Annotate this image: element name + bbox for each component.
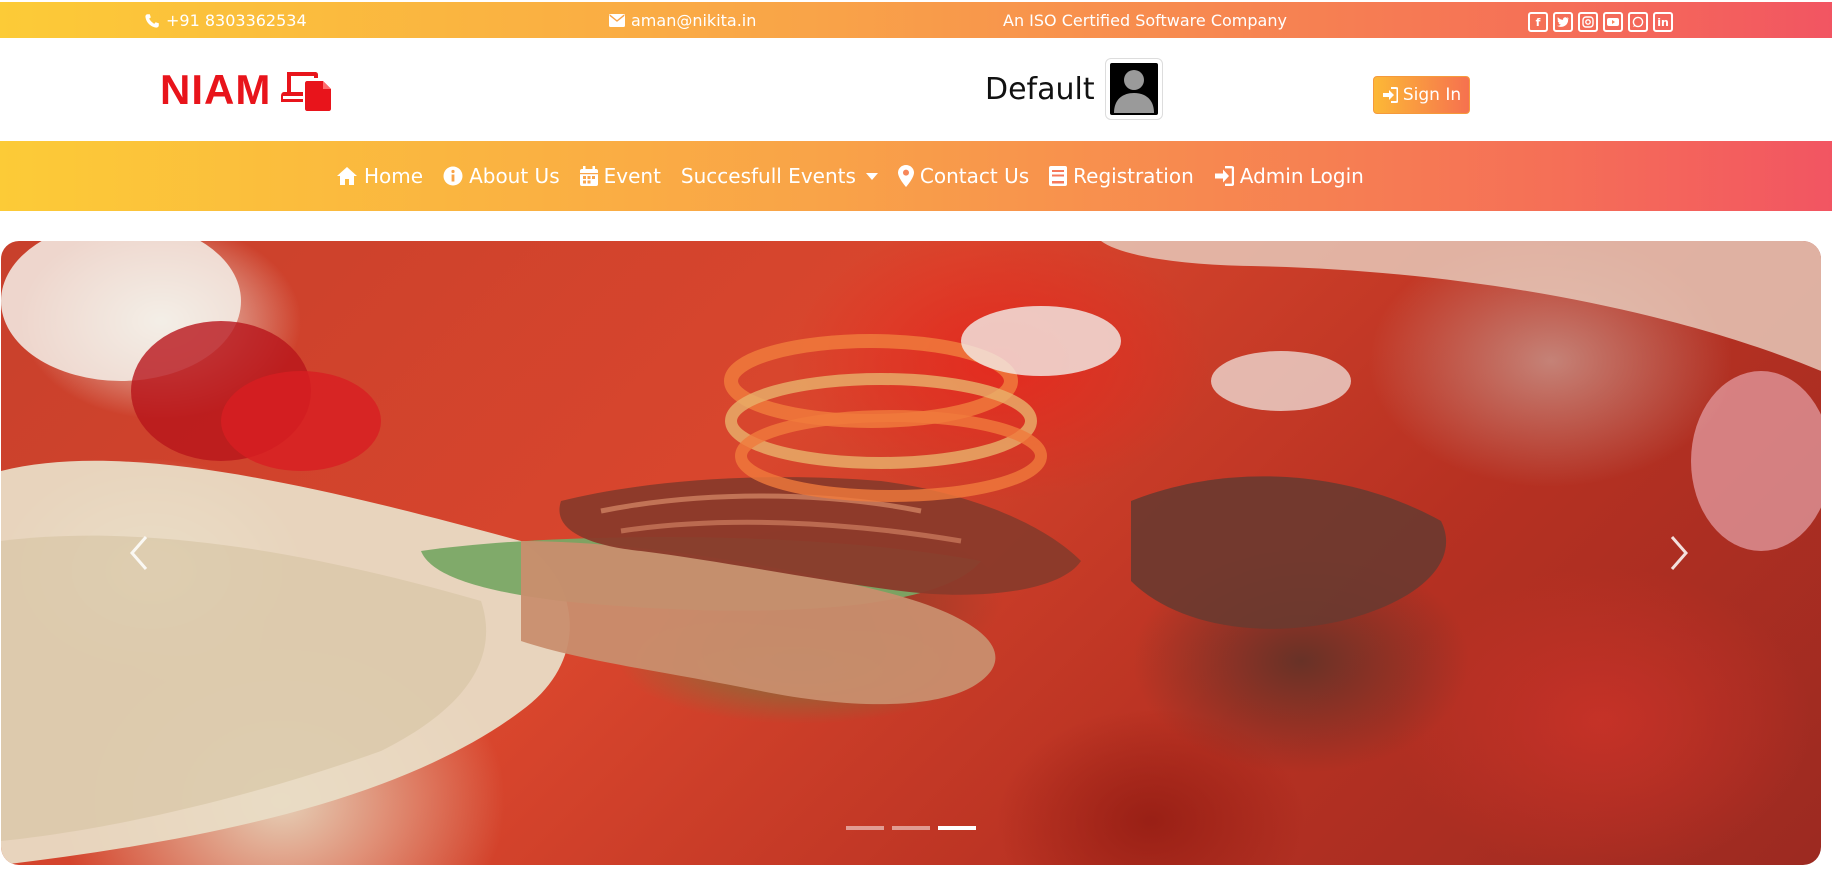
info-icon [443,166,463,186]
id-card-icon [1049,166,1068,186]
whatsapp-glyph [1632,16,1644,28]
logo-devices-icon [281,72,332,111]
twitter-icon[interactable] [1553,12,1573,32]
whatsapp-icon[interactable] [1628,12,1648,32]
nav-about-us-label: About Us [469,164,560,188]
user-silhouette-icon [1113,70,1154,113]
main-navigation: Home About Us Event Succesfull Events Co… [0,141,1832,211]
carousel-next-button[interactable] [1664,533,1694,573]
nav-registration[interactable]: Registration [1049,164,1194,188]
nav-about-us[interactable]: About Us [443,164,560,188]
carousel-indicator-1[interactable] [846,826,884,830]
facebook-icon[interactable]: f [1528,12,1548,32]
twitter-bird-glyph [1557,17,1569,27]
carousel-prev-button[interactable] [124,533,154,573]
social-links: f in [1528,12,1673,32]
hero-carousel[interactable] [1,241,1821,865]
nav-list: Home About Us Event Succesfull Events Co… [336,141,1364,211]
sign-in-button[interactable]: Sign In [1373,76,1470,114]
envelope-icon [609,14,625,27]
nav-event-label: Event [603,164,661,188]
sign-in-label: Sign In [1402,85,1462,105]
carousel-indicator-3[interactable] [938,826,976,830]
nav-contact-us-label: Contact Us [919,164,1030,188]
site-logo[interactable]: NIAM [160,66,335,114]
map-marker-icon [897,165,914,187]
sign-in-icon [1214,166,1234,186]
nav-contact-us[interactable]: Contact Us [897,164,1030,188]
youtube-glyph [1607,18,1619,26]
company-tagline: An ISO Certified Software Company [1003,11,1287,30]
carousel-indicator-2[interactable] [892,826,930,830]
phone-icon [145,13,159,28]
nav-event[interactable]: Event [579,164,661,188]
nav-home[interactable]: Home [336,164,423,188]
dropdown-caret-icon [865,172,878,180]
chevron-right-icon [1670,536,1688,570]
user-profile[interactable]: Default [985,58,1163,120]
hero-slide-image [1,241,1821,865]
linkedin-icon[interactable]: in [1653,12,1673,32]
chevron-left-icon [130,536,148,570]
phone-contact[interactable]: +91 8303362534 [144,11,307,30]
site-header: NIAM Default Sign In [0,38,1832,141]
carousel-indicators [846,826,976,830]
nav-succesfull-events-dropdown[interactable]: Succesfull Events [681,164,878,188]
email-contact[interactable]: aman@nikita.in [609,11,756,30]
instagram-icon[interactable] [1578,12,1598,32]
home-icon [337,167,357,185]
nav-home-label: Home [364,164,424,188]
nav-succesfull-events-label: Succesfull Events [680,164,856,188]
youtube-icon[interactable] [1603,12,1623,32]
phone-number: +91 8303362534 [166,11,307,30]
email-address: aman@nikita.in [631,11,757,30]
user-name: Default [985,71,1095,107]
nav-admin-login[interactable]: Admin Login [1214,164,1364,188]
calendar-icon [579,166,598,186]
avatar-image [1109,63,1158,115]
avatar[interactable] [1104,58,1163,120]
sign-in-icon [1382,87,1398,103]
logo-text: NIAM [160,66,272,113]
nav-registration-label: Registration [1073,164,1194,188]
top-contact-bar: +91 8303362534 aman@nikita.in An ISO Cer… [0,2,1832,38]
nav-admin-login-label: Admin Login [1239,164,1364,188]
instagram-glyph [1582,16,1594,28]
